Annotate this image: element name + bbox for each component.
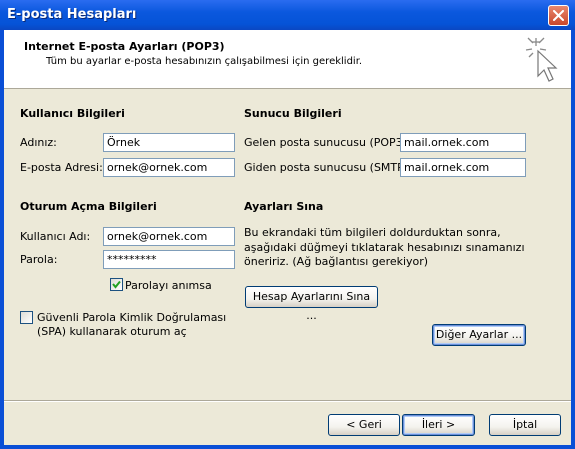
email-label: E-posta Adresi: [20,161,103,174]
footer-divider [4,400,571,402]
title-bar[interactable]: E-posta Hesapları [0,0,575,30]
spa-checkbox[interactable] [20,311,33,324]
name-label: Adınız: [20,136,57,149]
outgoing-server-label: Giden posta sunucusu (SMTP): [244,161,412,174]
wizard-header: Internet E-posta Ayarları (POP3) Tüm bu … [4,30,571,89]
cancel-button[interactable]: İptal [489,414,561,436]
username-label: Kullanıcı Adı: [20,230,91,243]
test-account-settings-button[interactable]: Hesap Ayarlarını Sına ... [245,286,378,322]
password-label: Parola: [20,253,58,266]
back-button[interactable]: < Geri [328,414,400,436]
username-field[interactable]: ornek@ornek.com [103,227,235,246]
name-field[interactable]: Örnek [103,133,235,152]
header-subtitle: Tüm bu ayarlar e-posta hesabınızın çalış… [46,56,363,67]
window-title: E-posta Hesapları [7,7,137,22]
close-icon [553,10,564,21]
server-info-heading: Sunucu Bilgileri [244,107,342,120]
user-info-heading: Kullanıcı Bilgileri [20,107,125,120]
logon-info-heading: Oturum Açma Bilgileri [20,200,157,213]
more-settings-button[interactable]: Diğer Ayarlar ... [432,324,526,346]
spa-label-line1[interactable]: Güvenli Parola Kimlik Doğrulaması [37,311,226,324]
incoming-server-label: Gelen posta sunucusu (POP3): [244,136,411,149]
remember-password-label[interactable]: Parolayı anımsa [125,279,212,292]
checkmark-icon [112,280,121,289]
dialog-window: E-posta Hesapları Internet E-posta Ayarl… [0,0,575,449]
wizard-wand-icon [525,37,558,82]
password-field[interactable]: ********* [103,250,235,269]
remember-password-checkbox[interactable] [110,278,123,291]
spa-label-line2[interactable]: (SPA) kullanarak oturum aç [37,325,187,338]
dialog-client-area: Internet E-posta Ayarları (POP3) Tüm bu … [4,30,571,445]
incoming-server-field[interactable]: mail.ornek.com [400,133,526,152]
email-field[interactable]: ornek@ornek.com [103,158,235,177]
test-desc-line1: Bu ekrandaki tüm bilgileri doldurduktan … [244,226,501,239]
test-desc-line3: öneririz. (Ağ bağlantısı gerekiyor) [244,255,429,268]
test-settings-heading: Ayarları Sına [244,200,324,213]
test-desc-line2: aşağıdaki düğmeyi tıklatarak hesabınızı … [244,241,525,254]
header-title: Internet E-posta Ayarları (POP3) [24,40,225,53]
outgoing-server-field[interactable]: mail.ornek.com [400,158,526,177]
close-button[interactable] [548,5,569,26]
next-button[interactable]: İleri > [402,414,475,436]
